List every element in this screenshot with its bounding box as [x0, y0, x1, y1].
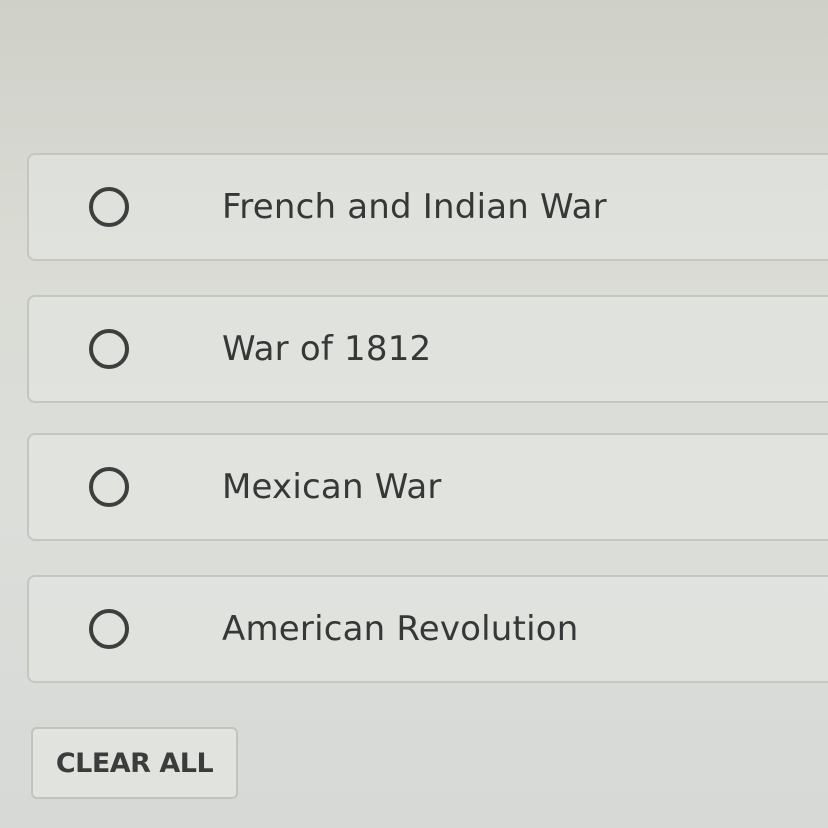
answer-option-label: Mexican War — [222, 467, 442, 507]
radio-button-icon[interactable] — [89, 329, 129, 369]
radio-button-icon[interactable] — [89, 609, 129, 649]
multiple-choice-question: French and Indian War War of 1812 Mexica… — [0, 0, 828, 828]
answer-option-french-and-indian-war[interactable]: French and Indian War — [27, 153, 828, 261]
answer-option-american-revolution[interactable]: American Revolution — [27, 575, 828, 683]
answer-option-label: War of 1812 — [222, 329, 432, 369]
radio-button-icon[interactable] — [89, 187, 129, 227]
answer-option-label: French and Indian War — [222, 187, 607, 227]
radio-button-icon[interactable] — [89, 467, 129, 507]
answer-option-mexican-war[interactable]: Mexican War — [27, 433, 828, 541]
answer-option-war-of-1812[interactable]: War of 1812 — [27, 295, 828, 403]
clear-all-button[interactable]: CLEAR ALL — [31, 727, 238, 799]
answer-option-label: American Revolution — [222, 609, 579, 649]
